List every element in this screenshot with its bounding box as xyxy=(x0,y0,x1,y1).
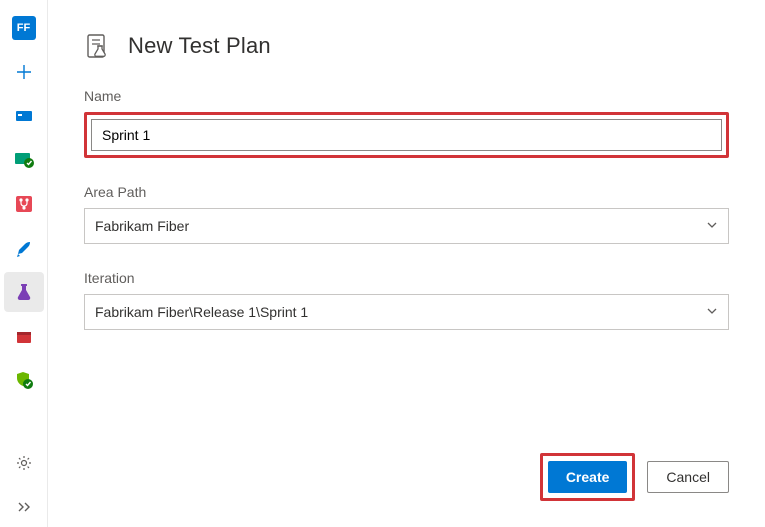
sidebar-test-plans-alt[interactable] xyxy=(4,228,44,268)
sidebar-test-plans[interactable] xyxy=(4,272,44,312)
package-icon xyxy=(15,327,33,345)
field-group-area-path: Area Path Fabrikam Fiber xyxy=(84,184,729,244)
test-flask-icon xyxy=(15,283,33,301)
card-check-icon xyxy=(14,150,34,170)
name-label: Name xyxy=(84,88,729,104)
chevron-down-icon xyxy=(706,218,718,234)
rocket-icon xyxy=(15,239,33,257)
sidebar-artifacts[interactable] xyxy=(4,316,44,356)
create-button[interactable]: Create xyxy=(548,461,628,493)
sidebar-logo[interactable]: FF xyxy=(4,8,44,48)
project-logo-icon: FF xyxy=(12,16,36,40)
sidebar: FF xyxy=(0,0,48,527)
iteration-label: Iteration xyxy=(84,270,729,286)
sidebar-add[interactable] xyxy=(4,52,44,92)
main-panel: New Test Plan Name Area Path Fabrikam Fi… xyxy=(48,0,765,527)
shield-check-icon xyxy=(14,370,34,390)
chevron-down-icon xyxy=(706,304,718,320)
test-plan-page-icon xyxy=(84,32,112,60)
area-path-label: Area Path xyxy=(84,184,729,200)
field-group-iteration: Iteration Fabrikam Fiber\Release 1\Sprin… xyxy=(84,270,729,330)
branch-icon xyxy=(15,195,33,213)
area-path-value: Fabrikam Fiber xyxy=(95,218,189,234)
field-group-name: Name xyxy=(84,88,729,158)
sidebar-boards[interactable] xyxy=(4,96,44,136)
boards-icon xyxy=(15,107,33,125)
footer-actions: Create Cancel xyxy=(84,453,729,501)
cancel-button[interactable]: Cancel xyxy=(647,461,729,493)
plus-icon xyxy=(16,64,32,80)
iteration-dropdown[interactable]: Fabrikam Fiber\Release 1\Sprint 1 xyxy=(84,294,729,330)
name-input[interactable] xyxy=(91,119,722,151)
area-path-dropdown[interactable]: Fabrikam Fiber xyxy=(84,208,729,244)
sidebar-pipelines[interactable] xyxy=(4,184,44,224)
iteration-value: Fabrikam Fiber\Release 1\Sprint 1 xyxy=(95,304,308,320)
name-highlight xyxy=(84,112,729,158)
page-title: New Test Plan xyxy=(128,33,271,59)
sidebar-repos[interactable] xyxy=(4,140,44,180)
chevron-double-right-icon xyxy=(16,499,32,515)
sidebar-compliance[interactable] xyxy=(4,360,44,400)
create-highlight: Create xyxy=(540,453,636,501)
sidebar-settings[interactable] xyxy=(4,443,44,483)
sidebar-expand[interactable] xyxy=(4,487,44,527)
page-header: New Test Plan xyxy=(84,32,729,60)
gear-icon xyxy=(16,455,32,471)
